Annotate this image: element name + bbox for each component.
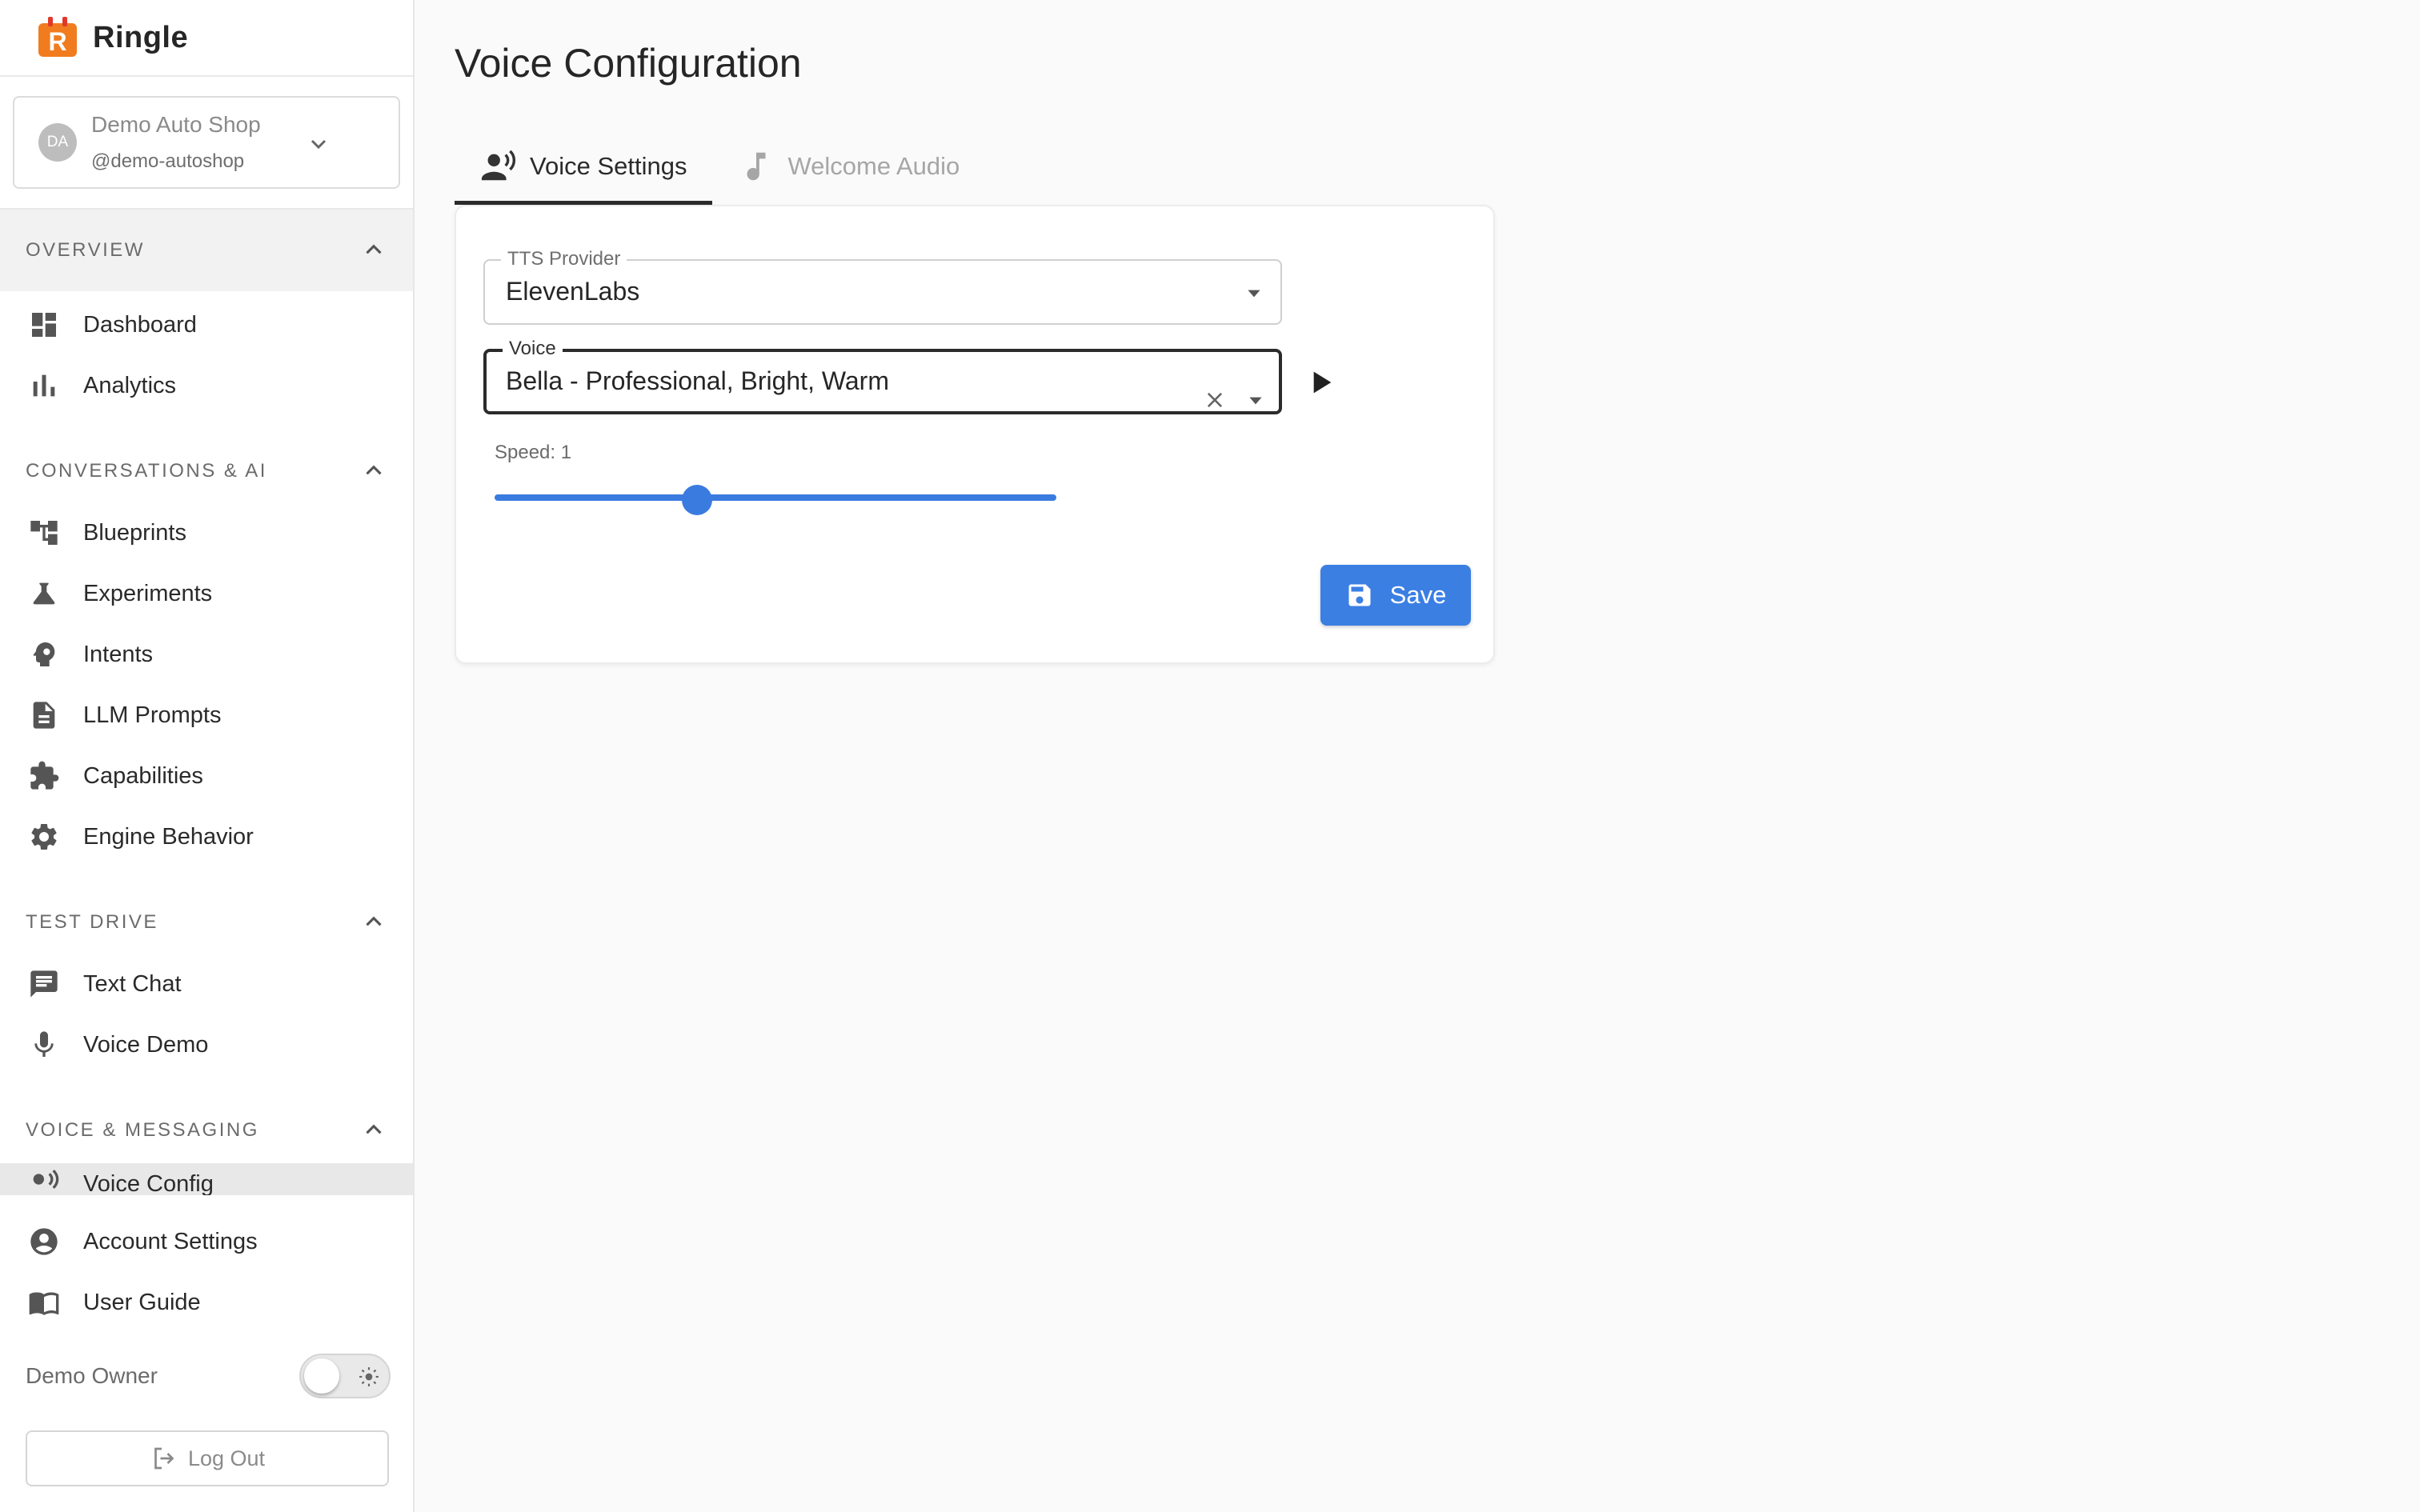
chevron-up-icon: [366, 916, 382, 926]
toggle-knob: [304, 1358, 339, 1394]
sidebar-item-label: User Guide: [83, 1289, 201, 1315]
microphone-icon: [34, 1031, 54, 1057]
ringle-logo-icon: R: [38, 17, 77, 57]
section-overview-label: OVERVIEW: [26, 239, 145, 261]
org-handle: @demo-autoshop: [91, 150, 245, 172]
flow-tree-icon: [30, 521, 58, 545]
owner-row: Demo Owner: [26, 1352, 391, 1400]
close-icon[interactable]: [1204, 389, 1226, 411]
chevron-down-icon: [311, 139, 327, 150]
sidebar-item-user-guide[interactable]: User Guide: [0, 1272, 413, 1333]
voice-icon: [33, 1169, 59, 1190]
brain-head-icon: [33, 642, 55, 666]
owner-name: Demo Owner: [26, 1363, 158, 1388]
chevron-up-icon: [366, 1124, 382, 1134]
field-value: ElevenLabs: [506, 277, 640, 306]
voice-select[interactable]: Voice Bella - Professional, Bright, Warm: [483, 338, 1282, 414]
chat-icon: [30, 970, 58, 998]
puzzle-icon: [30, 761, 59, 790]
tab-voice-settings[interactable]: Voice Settings: [455, 128, 713, 205]
sidebar-item-dashboard[interactable]: Dashboard: [0, 294, 413, 355]
sidebar-item-label: Blueprints: [83, 519, 186, 546]
sidebar-item-account-settings[interactable]: Account Settings: [0, 1211, 413, 1272]
chevron-up-icon: [366, 465, 382, 475]
field-label: TTS Provider: [501, 248, 627, 270]
sidebar: R Ringle DA Demo Auto Shop @demo-autosho…: [0, 0, 415, 1512]
speed-slider-thumb[interactable]: [682, 485, 712, 515]
caret-down-icon[interactable]: [1245, 390, 1266, 411]
logout-icon: [154, 1447, 174, 1470]
tts-provider-select[interactable]: TTS Provider ElevenLabs: [483, 248, 1282, 325]
section-voice-messaging-header[interactable]: VOICE & MESSAGING: [0, 1090, 413, 1171]
tab-welcome-audio[interactable]: Welcome Audio: [712, 128, 985, 205]
section-conversations-header[interactable]: CONVERSATIONS & AI: [0, 430, 413, 512]
sidebar-item-label: Engine Behavior: [83, 823, 254, 850]
sun-icon: [359, 1367, 379, 1386]
logout-button[interactable]: Log Out: [26, 1430, 389, 1486]
speed-slider-track[interactable]: [495, 494, 1056, 501]
voice-settings-card: TTS Provider ElevenLabs Voice Bella - Pr…: [455, 205, 1495, 664]
logout-label: Log Out: [187, 1446, 266, 1470]
book-icon: [29, 1292, 59, 1315]
sidebar-item-label: Voice Demo: [83, 1031, 209, 1058]
org-switcher[interactable]: DA Demo Auto Shop @demo-autoshop: [13, 96, 400, 189]
svg-text:R: R: [48, 27, 66, 56]
tab-bar: Voice Settings Welcome Audio: [455, 128, 985, 205]
floppy-disk-icon: [1348, 584, 1371, 606]
sidebar-item-label: Intents: [83, 641, 154, 667]
sidebar-item-blueprints[interactable]: Blueprints: [0, 502, 413, 563]
field-label: Voice: [503, 338, 563, 360]
sidebar-item-label: Voice Config: [83, 1171, 214, 1195]
save-label: Save: [1389, 581, 1447, 609]
sidebar-item-experiments[interactable]: Experiments: [0, 563, 413, 624]
sidebar-item-llm-prompts[interactable]: LLM Prompts: [0, 685, 413, 746]
brand-name: Ringle: [93, 20, 189, 54]
brand-header[interactable]: R Ringle: [0, 0, 413, 77]
dashboard-icon: [32, 313, 56, 337]
section-voice-messaging-label: VOICE & MESSAGING: [26, 1119, 259, 1141]
flask-icon: [33, 582, 55, 605]
sidebar-item-label: Capabilities: [83, 762, 203, 789]
sidebar-item-label: Experiments: [83, 580, 213, 606]
sidebar-item-label: Dashboard: [83, 311, 197, 338]
section-test-drive-header[interactable]: TEST DRIVE: [0, 882, 413, 963]
sidebar-item-label: Text Chat: [83, 970, 182, 997]
tab-label: Voice Settings: [530, 152, 687, 180]
sidebar-item-text-chat[interactable]: Text Chat: [0, 954, 413, 1014]
music-note-icon: [747, 152, 766, 181]
sidebar-item-label: Account Settings: [83, 1228, 258, 1254]
sidebar-item-capabilities[interactable]: Capabilities: [0, 746, 413, 806]
gear-icon: [31, 824, 57, 850]
speed-label: Speed: 1: [495, 442, 572, 463]
chevron-up-icon: [366, 244, 382, 254]
field-value: Bella - Professional, Bright, Warm: [506, 366, 889, 395]
org-avatar: DA: [38, 123, 77, 162]
sidebar-item-engine-behavior[interactable]: Engine Behavior: [0, 806, 413, 867]
sidebar-item-voice-demo[interactable]: Voice Demo: [0, 1014, 413, 1075]
sidebar-item-analytics[interactable]: Analytics: [0, 355, 413, 416]
bar-chart-icon: [33, 374, 55, 397]
sidebar-item-label: Analytics: [83, 372, 177, 398]
section-conversations-label: CONVERSATIONS & AI: [26, 460, 267, 482]
sidebar-item-intents[interactable]: Intents: [0, 624, 413, 685]
voice-settings-icon: [481, 150, 516, 181]
caret-down-icon: [1248, 290, 1260, 298]
account-circle-icon: [30, 1228, 58, 1255]
section-test-drive-label: TEST DRIVE: [26, 911, 158, 933]
theme-toggle[interactable]: [299, 1354, 391, 1398]
document-icon: [33, 702, 55, 729]
section-overview-header[interactable]: OVERVIEW: [0, 210, 413, 291]
page-title: Voice Configuration: [455, 41, 802, 86]
play-icon[interactable]: [1304, 366, 1336, 398]
save-button[interactable]: Save: [1320, 565, 1471, 626]
tab-label: Welcome Audio: [787, 152, 960, 180]
sidebar-item-voice-config[interactable]: Voice Config: [0, 1163, 413, 1195]
sidebar-item-label: LLM Prompts: [83, 702, 222, 728]
org-name: Demo Auto Shop: [91, 112, 261, 137]
